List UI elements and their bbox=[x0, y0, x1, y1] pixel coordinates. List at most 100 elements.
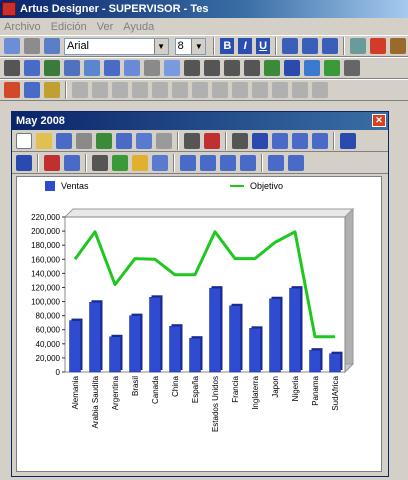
ungroup-icon[interactable] bbox=[92, 82, 108, 98]
menu-archivo[interactable]: Archivo bbox=[4, 21, 41, 33]
underline-button[interactable]: U bbox=[256, 38, 270, 54]
back-icon[interactable] bbox=[156, 132, 172, 149]
toolbar-separator bbox=[177, 131, 179, 150]
crosstab-icon[interactable] bbox=[104, 60, 120, 76]
grid-icon[interactable] bbox=[324, 60, 340, 76]
zoom-icon[interactable] bbox=[152, 154, 168, 171]
frame-icon[interactable] bbox=[164, 60, 180, 76]
y-tick-label: 80,000 bbox=[36, 312, 61, 321]
pointer-icon[interactable] bbox=[4, 60, 20, 76]
sort-icon[interactable] bbox=[272, 132, 288, 149]
filter-icon[interactable] bbox=[252, 132, 268, 149]
sum-icon[interactable] bbox=[184, 132, 200, 149]
ellipse-icon[interactable] bbox=[244, 60, 260, 76]
legend-label-objetivo: Objetivo bbox=[250, 181, 284, 191]
move-icon[interactable] bbox=[112, 154, 128, 171]
font-color-icon[interactable] bbox=[369, 38, 386, 54]
spacing-icon[interactable] bbox=[252, 82, 268, 98]
menu-ver[interactable]: Ver bbox=[97, 21, 114, 33]
paste-icon[interactable] bbox=[136, 132, 152, 149]
new-icon[interactable] bbox=[16, 132, 32, 149]
open-icon[interactable] bbox=[36, 132, 52, 149]
refresh-icon[interactable] bbox=[292, 132, 308, 149]
view-form-icon[interactable] bbox=[240, 154, 256, 171]
font-size-select[interactable]: 8 ▼ bbox=[174, 37, 207, 55]
center-icon[interactable] bbox=[272, 82, 288, 98]
chart-view-icon[interactable] bbox=[288, 154, 304, 171]
bold-button[interactable]: B bbox=[220, 38, 235, 54]
align-right-icon[interactable] bbox=[321, 38, 338, 54]
group-icon[interactable] bbox=[72, 82, 88, 98]
chevron-down-icon[interactable]: ▼ bbox=[191, 38, 206, 54]
hierarchy-icon[interactable] bbox=[232, 132, 248, 149]
x-tick-label: Argentina bbox=[111, 375, 120, 410]
app-title-bar: Artus Designer - SUPERVISOR - Tes bbox=[0, 0, 408, 18]
same-width-icon[interactable] bbox=[212, 82, 228, 98]
print-icon[interactable] bbox=[76, 132, 92, 149]
map-icon[interactable] bbox=[264, 60, 280, 76]
menu-ayuda[interactable]: Ayuda bbox=[123, 21, 154, 33]
label-icon[interactable] bbox=[144, 60, 160, 76]
bar-ventas bbox=[189, 337, 201, 373]
ratio-icon[interactable] bbox=[204, 132, 220, 149]
chart-type-icon[interactable] bbox=[64, 154, 80, 171]
bar-chart-icon[interactable] bbox=[44, 154, 60, 171]
toolbar-separator bbox=[173, 153, 175, 172]
italic-button[interactable]: I bbox=[238, 38, 253, 54]
print-icon[interactable] bbox=[24, 38, 40, 54]
bar-ventas bbox=[329, 353, 341, 373]
line-icon[interactable] bbox=[184, 60, 200, 76]
bring-front-icon[interactable] bbox=[112, 82, 128, 98]
font-select[interactable]: Arial ▼ bbox=[64, 37, 169, 55]
bar-ventas bbox=[129, 315, 141, 373]
ruler-icon[interactable] bbox=[304, 60, 320, 76]
close-icon[interactable]: ✕ bbox=[372, 114, 386, 127]
align-center-icon[interactable] bbox=[301, 38, 318, 54]
connector-icon[interactable] bbox=[204, 60, 220, 76]
x-tick-label: Brasil bbox=[131, 376, 140, 396]
preview-icon[interactable] bbox=[44, 38, 60, 54]
app-title: Artus Designer - SUPERVISOR - Tes bbox=[20, 3, 209, 15]
bar-ventas bbox=[109, 336, 121, 373]
align-left-icon[interactable] bbox=[281, 38, 298, 54]
text-icon[interactable] bbox=[24, 60, 40, 76]
distribute-icon[interactable] bbox=[172, 82, 188, 98]
save-icon[interactable] bbox=[56, 132, 72, 149]
rectangle-icon[interactable] bbox=[224, 60, 240, 76]
save-icon[interactable] bbox=[4, 38, 20, 54]
lock-icon[interactable] bbox=[312, 82, 328, 98]
legend-item-ventas: Ventas bbox=[45, 181, 89, 191]
report-icon[interactable] bbox=[312, 132, 328, 149]
view-list-icon[interactable] bbox=[200, 154, 216, 171]
palette-icon[interactable] bbox=[4, 82, 20, 98]
x-tick-label: Nigeria bbox=[291, 375, 300, 401]
tools-icon[interactable] bbox=[344, 60, 360, 76]
pivot-icon[interactable] bbox=[268, 154, 284, 171]
view-table-icon[interactable] bbox=[180, 154, 196, 171]
border-icon[interactable] bbox=[389, 38, 406, 54]
align-objects-icon[interactable] bbox=[152, 82, 168, 98]
menu-edicion[interactable]: Edición bbox=[51, 21, 87, 33]
send-back-icon[interactable] bbox=[132, 82, 148, 98]
paint-icon[interactable] bbox=[24, 82, 40, 98]
view-detail-icon[interactable] bbox=[220, 154, 236, 171]
chart-icon[interactable] bbox=[124, 60, 140, 76]
field-icon[interactable] bbox=[64, 60, 80, 76]
x-tick-label: SudAfrica bbox=[331, 375, 340, 410]
image-icon[interactable] bbox=[84, 60, 100, 76]
camera-icon[interactable] bbox=[16, 154, 32, 171]
same-height-icon[interactable] bbox=[232, 82, 248, 98]
export-icon[interactable] bbox=[96, 132, 112, 149]
table-icon[interactable] bbox=[44, 60, 60, 76]
same-size-icon[interactable] bbox=[192, 82, 208, 98]
previous-page-icon[interactable] bbox=[340, 132, 356, 149]
drill-icon[interactable] bbox=[132, 154, 148, 171]
snap-icon[interactable] bbox=[292, 82, 308, 98]
chevron-down-icon[interactable]: ▼ bbox=[153, 38, 168, 54]
document-title-bar: May 2008 ✕ bbox=[12, 112, 388, 130]
fill-color-icon[interactable] bbox=[349, 38, 366, 54]
binoculars-icon[interactable] bbox=[92, 154, 108, 171]
gauge-icon[interactable] bbox=[284, 60, 300, 76]
highlight-icon[interactable] bbox=[44, 82, 60, 98]
copy-icon[interactable] bbox=[116, 132, 132, 149]
